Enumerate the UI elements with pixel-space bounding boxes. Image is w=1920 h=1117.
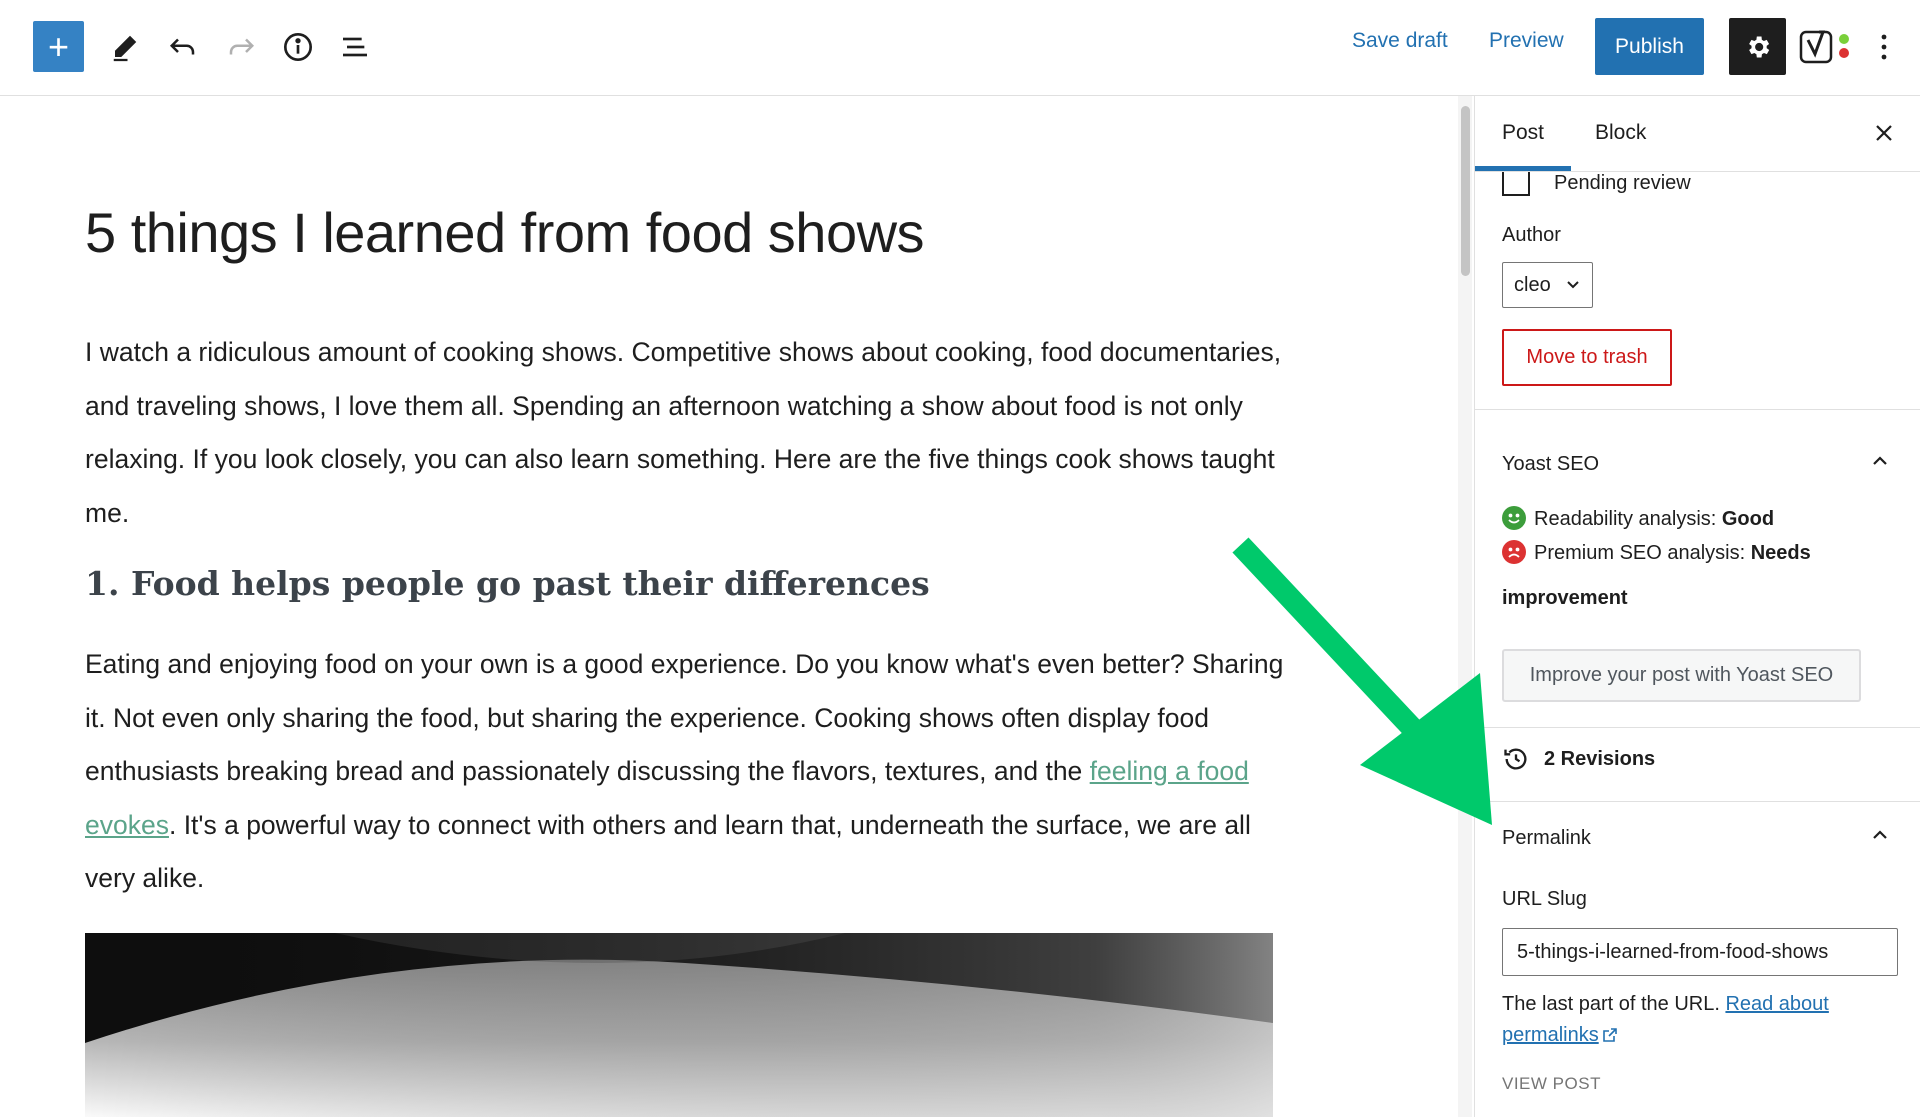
list-view-button[interactable] xyxy=(332,24,378,70)
yoast-panel-toggle[interactable] xyxy=(1865,446,1895,476)
smiley-good-icon xyxy=(1502,506,1526,530)
paragraph-block[interactable]: I watch a ridiculous amount of cooking s… xyxy=(85,326,1285,540)
move-to-trash-button[interactable]: Move to trash xyxy=(1502,329,1672,386)
yoast-logo-icon xyxy=(1799,30,1849,64)
heading-block[interactable]: 1. Food helps people go past their diffe… xyxy=(85,564,930,603)
divider xyxy=(1475,409,1920,410)
info-icon xyxy=(284,33,312,61)
editor-toolbar: + Save draft Preview Publish xyxy=(0,0,1920,96)
active-tab-indicator xyxy=(1475,166,1571,171)
post-title[interactable]: 5 things I learned from food shows xyxy=(85,200,925,265)
tab-post[interactable]: Post xyxy=(1502,121,1544,145)
publish-button[interactable]: Publish xyxy=(1595,18,1704,75)
author-select[interactable]: cleo xyxy=(1502,262,1593,308)
readability-analysis: Readability analysis: Good xyxy=(1502,506,1774,531)
pending-review-checkbox[interactable] xyxy=(1502,172,1530,196)
add-block-button[interactable]: + xyxy=(33,21,84,72)
editor-scrollbar-thumb[interactable] xyxy=(1461,106,1470,276)
redo-button[interactable] xyxy=(218,24,264,70)
undo-button[interactable] xyxy=(160,24,206,70)
author-label: Author xyxy=(1502,224,1561,246)
tools-button[interactable] xyxy=(102,24,148,70)
paragraph-text: . It's a powerful way to connect with ot… xyxy=(85,809,1251,894)
details-button[interactable] xyxy=(275,24,321,70)
divider xyxy=(1475,727,1920,728)
readability-value: Good xyxy=(1721,508,1775,530)
settings-sidebar: Post Block Pending review Author cleo Mo… xyxy=(1474,96,1920,1117)
seo-analysis: Premium SEO analysis: Needs xyxy=(1502,540,1811,565)
slug-help-text: The last part of the URL. Read about perm… xyxy=(1502,989,1902,1051)
more-vertical-icon xyxy=(1881,34,1887,60)
chevron-up-icon xyxy=(1873,456,1887,465)
chevron-down-icon xyxy=(1567,281,1579,289)
readability-label: Readability analysis: xyxy=(1534,508,1722,530)
sidebar-tabs: Post Block xyxy=(1475,96,1920,172)
annotation-arrow xyxy=(1232,537,1492,825)
external-link-icon xyxy=(1602,1028,1617,1042)
yoast-seo-title[interactable]: Yoast SEO xyxy=(1502,453,1599,476)
close-sidebar-button[interactable] xyxy=(1867,116,1901,150)
chevron-up-icon xyxy=(1873,830,1887,839)
seo-value-continued: improvement xyxy=(1502,587,1628,609)
slug-help-label: The last part of the URL. xyxy=(1502,993,1726,1015)
tab-block[interactable]: Block xyxy=(1595,121,1646,145)
pencil-icon xyxy=(113,35,137,62)
settings-button[interactable] xyxy=(1729,18,1786,75)
pending-review-label: Pending review xyxy=(1554,172,1691,194)
revisions-label: 2 Revisions xyxy=(1544,747,1656,770)
paragraph-block[interactable]: Eating and enjoying food on your own is … xyxy=(85,638,1285,906)
url-slug-label: URL Slug xyxy=(1502,888,1587,910)
url-slug-input[interactable] xyxy=(1502,928,1898,976)
undo-icon xyxy=(169,38,195,55)
gear-icon xyxy=(1748,36,1769,57)
permalink-title[interactable]: Permalink xyxy=(1502,827,1591,850)
seo-label: Premium SEO analysis: xyxy=(1534,542,1751,564)
divider xyxy=(1475,801,1920,802)
plus-icon: + xyxy=(47,25,70,67)
close-icon xyxy=(1876,125,1892,141)
image-block[interactable] xyxy=(85,933,1273,1117)
author-value: cleo xyxy=(1514,273,1551,296)
permalink-panel-toggle[interactable] xyxy=(1865,820,1895,850)
view-post-label: VIEW POST xyxy=(1502,1074,1601,1093)
yoast-seo-button[interactable] xyxy=(1799,26,1855,68)
improve-with-yoast-button[interactable]: Improve your post with Yoast SEO xyxy=(1502,649,1861,702)
revisions-link[interactable]: 2 Revisions xyxy=(1502,745,1655,773)
more-options-button[interactable] xyxy=(1873,26,1895,68)
read-about-link[interactable]: Read about xyxy=(1725,993,1828,1015)
preview-button[interactable]: Preview xyxy=(1489,29,1564,53)
image-content xyxy=(85,933,1273,1117)
redo-icon xyxy=(229,38,255,55)
permalinks-link[interactable]: permalinks xyxy=(1502,1024,1599,1046)
seo-value: Needs xyxy=(1750,542,1811,564)
save-draft-button[interactable]: Save draft xyxy=(1352,29,1448,53)
list-view-icon xyxy=(343,37,367,57)
